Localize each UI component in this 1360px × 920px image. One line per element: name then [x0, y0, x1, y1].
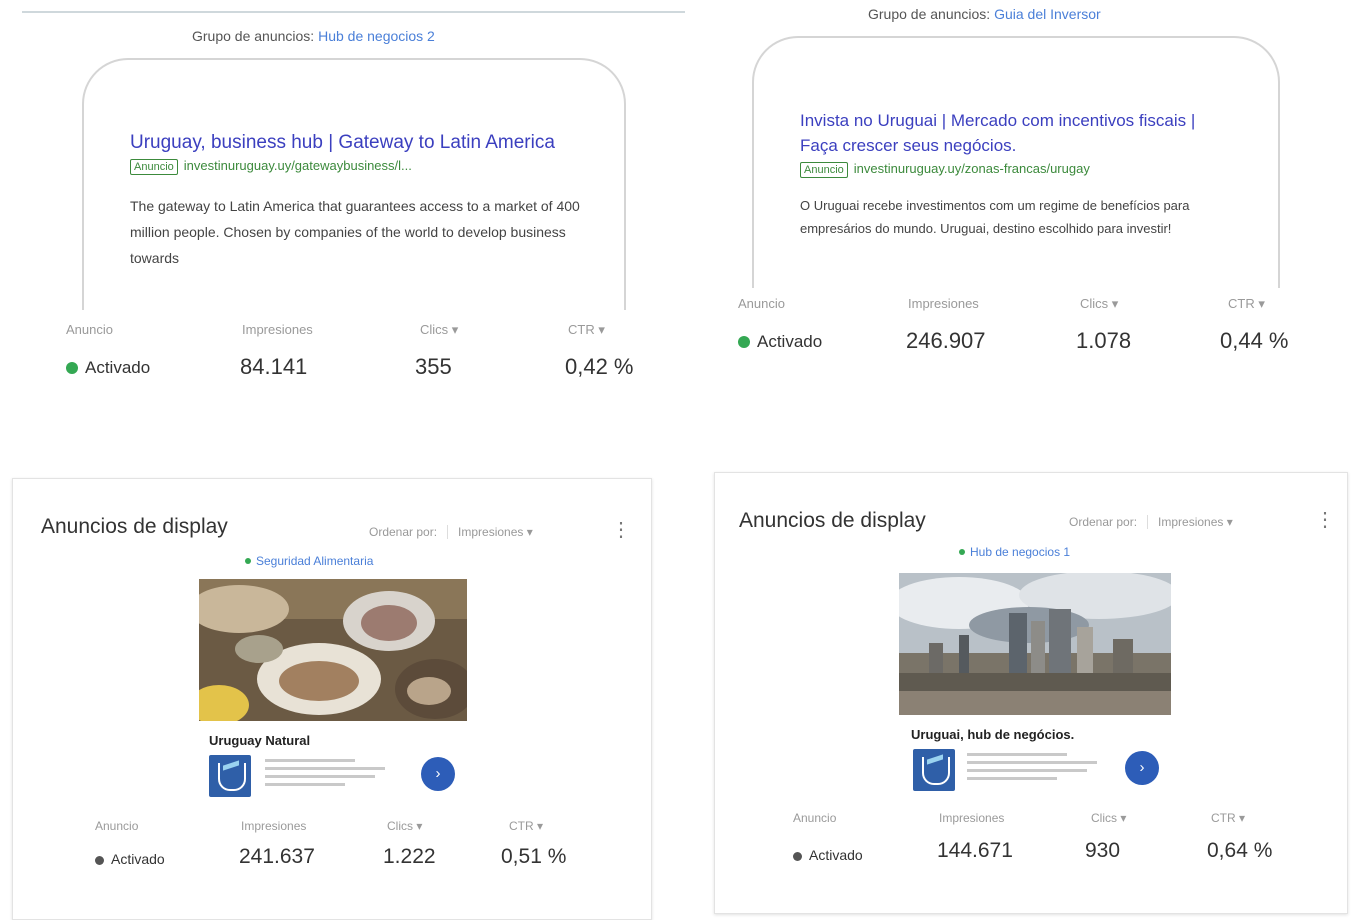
ad-group-tag[interactable]: Seguridad Alimentaria [245, 554, 373, 568]
chevron-down-icon[interactable]: ▾ [1227, 515, 1233, 529]
col-header-impressions: Impresiones [241, 819, 307, 833]
ad-body-text [265, 759, 391, 791]
impressions-value: 144.671 [937, 839, 1013, 862]
col-header-ad: Anuncio [793, 811, 837, 825]
ctr-value: 0,42 % [565, 354, 634, 379]
impressions-value: 84.141 [240, 354, 308, 379]
col-header-clicks[interactable]: Clics ▾ [1080, 296, 1118, 312]
col-header-ctr[interactable]: CTR ▾ [509, 819, 543, 833]
ctr-value: 0,44 % [1220, 328, 1289, 353]
status-dot-icon [793, 852, 802, 861]
col-header-clicks[interactable]: Clics ▾ [387, 819, 422, 833]
status-dot-icon [738, 336, 750, 348]
ctr-value: 0,64 % [1207, 839, 1273, 862]
ad-group-line: Grupo de anuncios: Hub de negocios 2 [192, 28, 435, 44]
status-badge: Activado [793, 847, 863, 863]
status-dot-icon [95, 856, 104, 865]
logo-icon [209, 755, 251, 797]
ad-brand-name: Uruguay Natural [209, 733, 311, 748]
more-options-icon[interactable]: ⋮ [611, 517, 631, 542]
search-ad-card-2: Grupo de anuncios: Guia del Inversor Inv… [722, 0, 1342, 380]
sort-caret-icon[interactable]: ▾ [1239, 811, 1245, 825]
sort-caret-icon[interactable]: ▾ [1120, 811, 1126, 825]
col-header-ad: Anuncio [738, 296, 785, 311]
sort-dropdown[interactable]: Impresiones ▾ [447, 525, 533, 539]
ad-group-link[interactable]: Hub de negocios 2 [318, 28, 435, 44]
col-header-ad: Anuncio [66, 322, 113, 337]
clicks-value: 1.078 [1076, 328, 1132, 353]
clicks-value: 355 [415, 354, 452, 379]
ad-url-row: Anuncio investinuruguay.uy/zonas-francas/… [800, 161, 1220, 178]
col-header-impressions: Impresiones [242, 322, 313, 337]
ad-url: investinuruguay.uy/zonas-francas/urugay [853, 161, 1090, 176]
sort-label: Ordenar por: [1069, 515, 1138, 529]
ad-badge: Anuncio [800, 162, 848, 178]
ad-group-label: Grupo de anuncios: [868, 6, 991, 22]
arrow-right-icon[interactable]: › [421, 757, 455, 791]
divider [22, 11, 685, 13]
ad-headline[interactable]: Uruguay, business hub | Gateway to Latin… [130, 130, 580, 155]
preview-fade [122, 288, 602, 310]
sort-caret-icon[interactable]: ▾ [537, 819, 543, 833]
arrow-right-icon[interactable]: › [1125, 751, 1159, 785]
preview-fade [792, 266, 1262, 288]
ad-body-text [967, 753, 1107, 785]
status-dot-icon [959, 549, 965, 555]
search-ad-card-1: Grupo de anuncios: Hub de negocios 2 Uru… [22, 0, 685, 412]
col-header-ad: Anuncio [95, 819, 139, 833]
ad-badge: Anuncio [130, 159, 178, 175]
sort-caret-icon[interactable]: ▾ [1112, 296, 1119, 311]
sort-dropdown[interactable]: Impresiones ▾ [1147, 515, 1233, 529]
ad-image-food[interactable] [199, 579, 467, 721]
sort-caret-icon[interactable]: ▾ [416, 819, 422, 833]
col-header-impressions: Impresiones [908, 296, 979, 311]
more-options-icon[interactable]: ⋮ [1315, 507, 1335, 532]
col-header-clicks[interactable]: Clics ▾ [420, 322, 458, 338]
ad-preview: Invista no Uruguai | Mercado com incenti… [800, 108, 1220, 240]
sort-caret-icon[interactable]: ▾ [598, 322, 605, 337]
sort-caret-icon[interactable]: ▾ [452, 322, 459, 337]
display-ads-card-2: Anuncios de display Ordenar por: Impresio… [714, 472, 1348, 914]
status-dot-icon [66, 362, 78, 374]
ad-group-tag[interactable]: Hub de negocios 1 [959, 545, 1070, 559]
ctr-value: 0,51 % [501, 845, 567, 868]
col-header-ctr[interactable]: CTR ▾ [1228, 296, 1265, 312]
status-dot-icon [245, 558, 251, 564]
ad-headline[interactable]: Invista no Uruguai | Mercado com incenti… [800, 108, 1220, 158]
ad-preview: Uruguay, business hub | Gateway to Latin… [130, 130, 580, 271]
status-badge: Activado [738, 332, 822, 352]
chevron-down-icon[interactable]: ▾ [527, 525, 533, 539]
impressions-value: 246.907 [906, 328, 986, 353]
ad-image-city[interactable] [899, 573, 1171, 715]
ad-group-link[interactable]: Guia del Inversor [994, 6, 1101, 22]
sort-control[interactable]: Ordenar por: Impresiones ▾ [1069, 515, 1233, 529]
card-title: Anuncios de display [739, 509, 926, 532]
col-header-ctr[interactable]: CTR ▾ [1211, 811, 1245, 825]
display-ads-card-1: Anuncios de display Ordenar por: Impresio… [12, 478, 652, 920]
ad-group-label: Grupo de anuncios: [192, 28, 315, 44]
sort-caret-icon[interactable]: ▾ [1258, 296, 1265, 311]
sort-control[interactable]: Ordenar por: Impresiones ▾ [369, 525, 533, 539]
status-badge: Activado [95, 851, 165, 867]
logo-icon [913, 749, 955, 791]
ad-url-row: Anuncio investinuruguay.uy/gatewaybusines… [130, 158, 580, 175]
clicks-value: 930 [1085, 839, 1121, 862]
clicks-value: 1.222 [383, 845, 436, 868]
sort-label: Ordenar por: [369, 525, 438, 539]
ad-brand-name: Uruguai, hub de negócios. [911, 727, 1075, 742]
ad-description: The gateway to Latin America that guaran… [130, 198, 580, 266]
col-header-ctr[interactable]: CTR ▾ [568, 322, 605, 338]
col-header-impressions: Impresiones [939, 811, 1005, 825]
status-badge: Activado [66, 358, 150, 378]
impressions-value: 241.637 [239, 845, 315, 868]
ad-description: O Uruguai recebe investimentos com um re… [800, 198, 1190, 236]
card-title: Anuncios de display [41, 515, 228, 538]
col-header-clicks[interactable]: Clics ▾ [1091, 811, 1126, 825]
ad-url: investinuruguay.uy/gatewaybusiness/l... [183, 158, 412, 173]
ad-group-line: Grupo de anuncios: Guia del Inversor [868, 6, 1101, 22]
